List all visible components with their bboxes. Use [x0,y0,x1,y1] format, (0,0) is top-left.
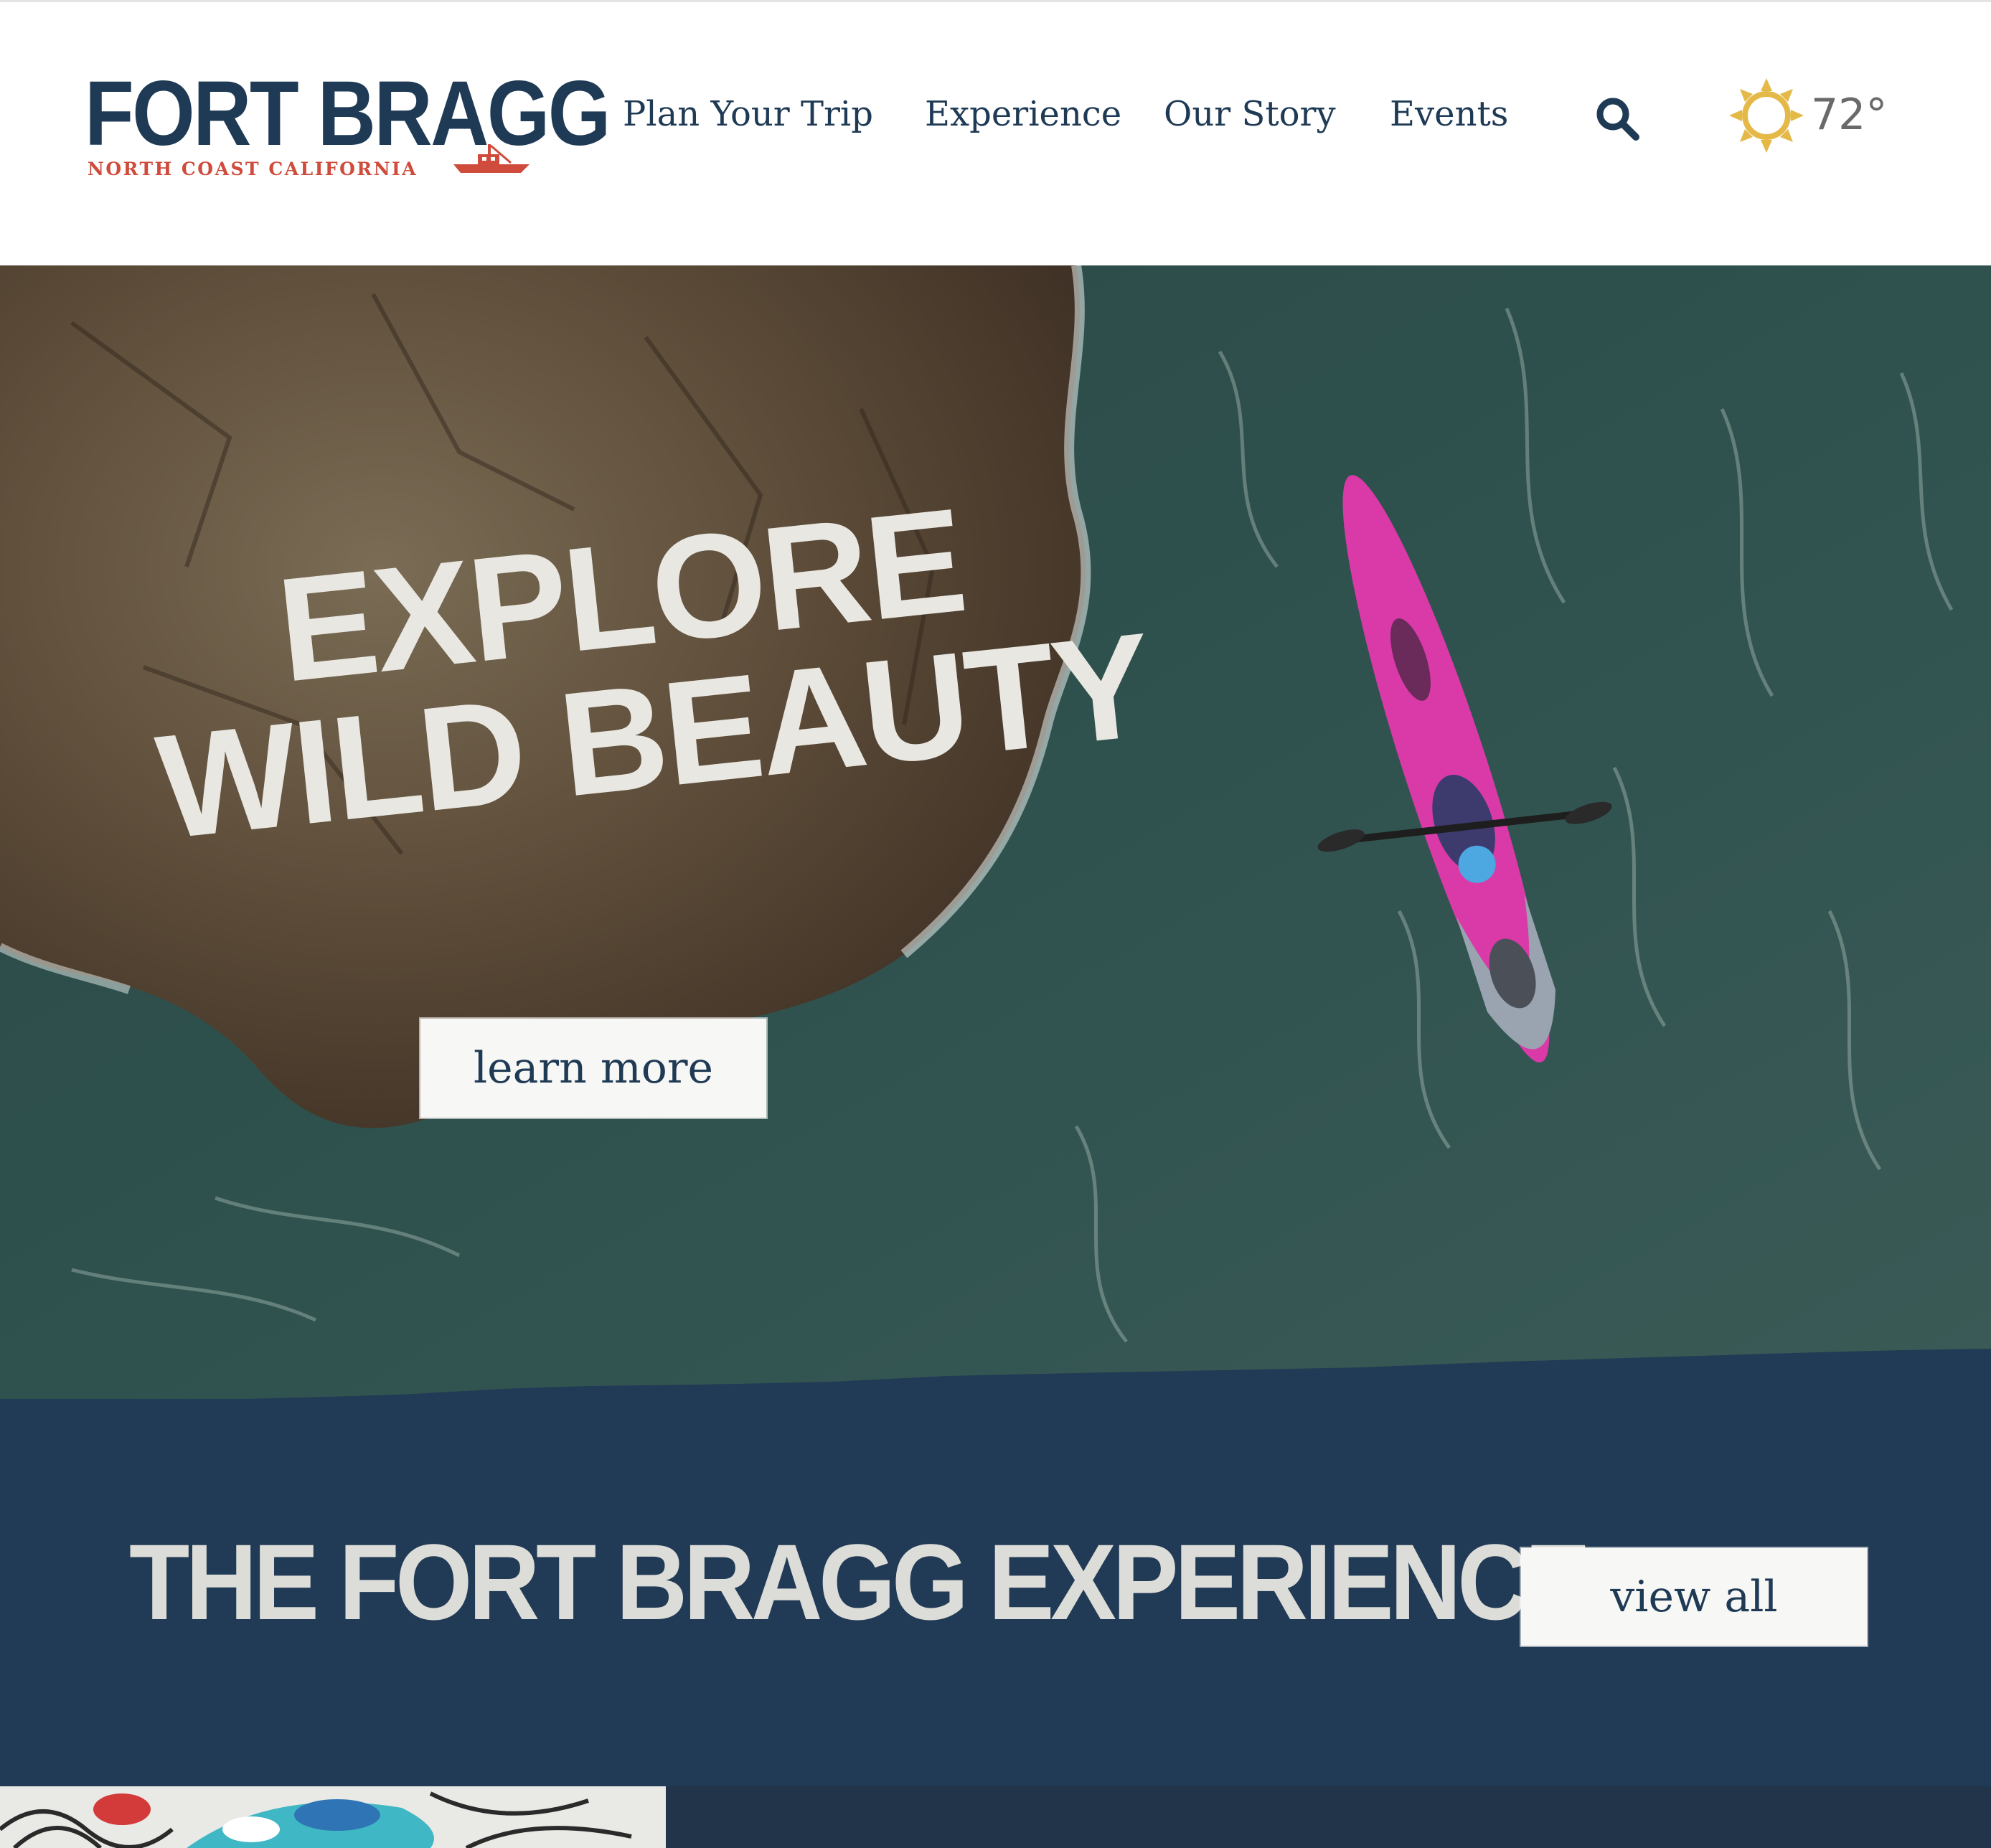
experience-cards-strip [0,1786,1991,1848]
logo-tagline: NORTH COAST CALIFORNIA [88,159,418,179]
nav-item-experience[interactable]: Experience [925,94,1121,134]
search-icon[interactable] [1594,95,1640,141]
view-all-button[interactable]: view all [1521,1548,1867,1646]
site-logo[interactable]: FORT BRAGG NORTH COAST CALIFORNIA [85,68,611,183]
hero-banner: Explore Wild Beauty learn more [0,265,1991,1399]
boat-icon [453,144,529,173]
weather-temperature: 72° [1811,90,1888,140]
nav-item-plan-your-trip[interactable]: Plan Your Trip [623,94,873,134]
experience-heading: The Fort Bragg Experience [129,1522,1591,1642]
mural-thumbnail[interactable] [0,1786,666,1848]
site-header: FORT BRAGG NORTH COAST CALIFORNIA Plan Y… [0,0,1991,265]
nav-item-our-story[interactable]: Our Story [1164,94,1336,134]
nav-item-events[interactable]: Events [1390,94,1508,134]
sun-icon [1729,78,1804,153]
learn-more-button[interactable]: learn more [420,1019,766,1118]
experience-card-image[interactable] [666,1786,1991,1848]
